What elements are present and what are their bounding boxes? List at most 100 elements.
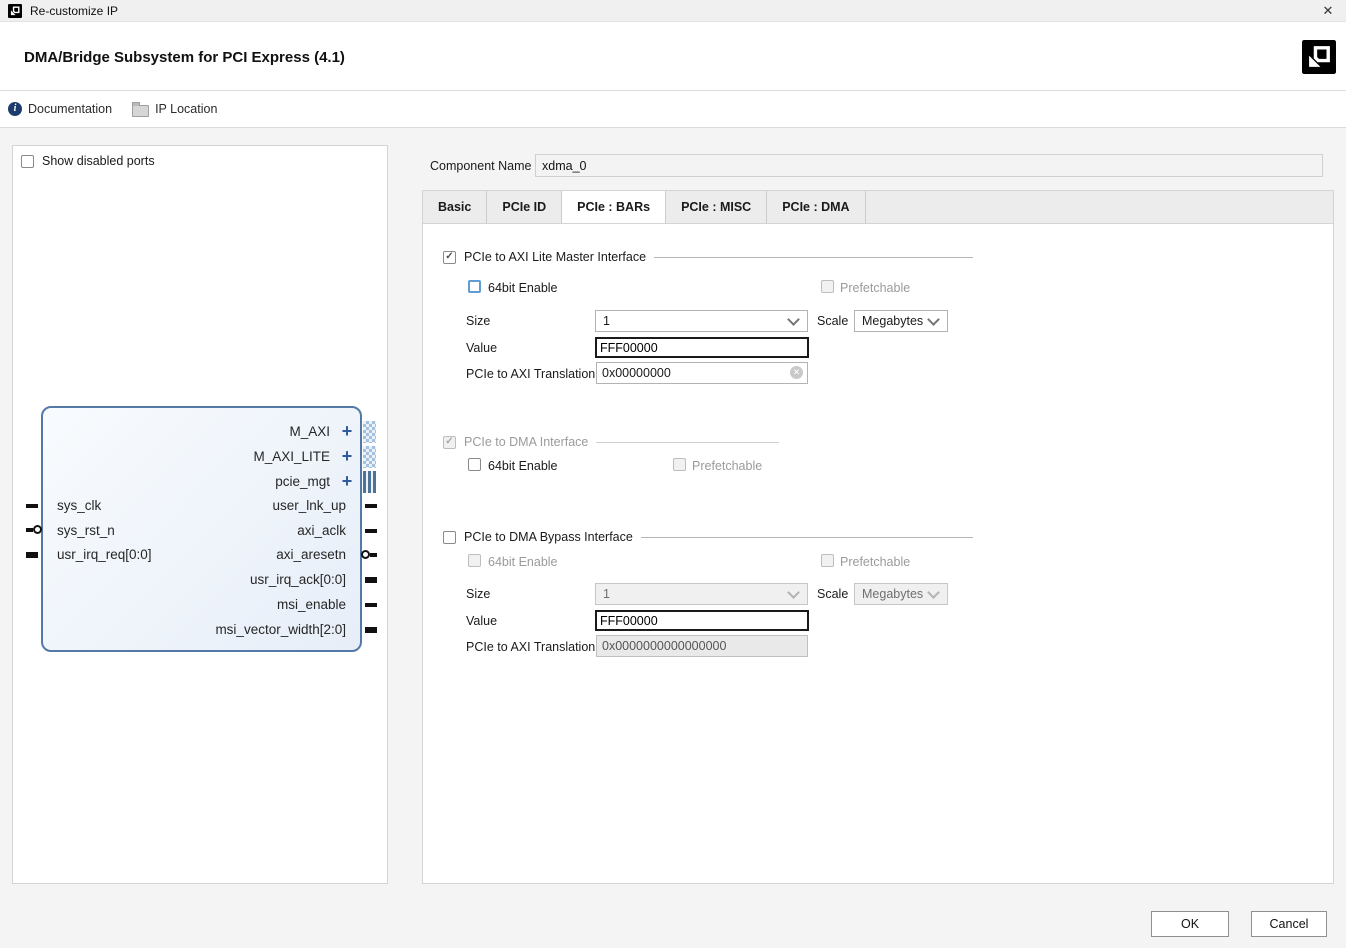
size-select[interactable]: 1 [595,310,808,332]
ok-button[interactable]: OK [1151,911,1229,937]
port-label: axi_aresetn [276,547,346,562]
active-low-ring-icon [361,550,370,559]
port-label: user_lnk_up [272,498,346,513]
port-stub [26,504,38,508]
translation-label: PCIe to AXI Translation [466,367,596,381]
size-label: Size [466,587,491,601]
section-divider [640,536,973,538]
show-disabled-ports-checkbox[interactable] [21,154,34,168]
section-dma-header: ✓ PCIe to DMA Interface [443,434,779,450]
size-value: 1 [603,314,610,328]
axi-lite-prefetchable-checkbox [821,280,834,293]
chevron-down-icon [927,312,940,326]
block-design-panel: Show disabled ports M_AXI + M_AXI_LITE +… [12,145,388,884]
translation-input [596,635,808,657]
interface-label: M_AXI_LITE [253,449,330,464]
ip-location-button[interactable]: IP Location [132,101,217,117]
interface-pins-icon [363,421,376,443]
active-low-ring-icon [33,525,42,534]
interface-pins-icon [363,471,376,493]
cancel-button[interactable]: Cancel [1251,911,1327,937]
bypass-prefetchable-checkbox [821,554,834,567]
scale-select[interactable]: Megabytes [854,310,948,332]
axi-lite-64bit-checkbox[interactable] [468,280,481,293]
close-icon[interactable]: ✕ [1319,0,1337,22]
component-name-input[interactable] [535,154,1323,177]
chevron-down-icon [787,312,800,326]
amd-xilinx-logo-icon [8,4,22,18]
translation-label: PCIe to AXI Translation [466,640,596,654]
port-label: usr_irq_req[0:0] [57,547,152,562]
page-title: DMA/Bridge Subsystem for PCI Express (4.… [24,49,345,66]
scale-label: Scale [817,587,849,601]
size-select: 1 [595,583,808,605]
section-title: PCIe to DMA Interface [464,435,589,449]
tab-pcie-bars[interactable]: PCIe : BARs [562,191,667,223]
tab-pcie-dma[interactable]: PCIe : DMA [767,191,866,223]
ip-block-diagram: M_AXI + M_AXI_LITE + pcie_mgt + user_lnk… [26,406,377,652]
port-label: msi_vector_width[2:0] [215,622,346,637]
port-stub [365,603,377,607]
documentation-button[interactable]: i Documentation [8,102,112,116]
interface-label: M_AXI [289,424,330,439]
section-axi-lite-header: ✓ PCIe to AXI Lite Master Interface [443,249,973,265]
tab-pcie-misc[interactable]: PCIe : MISC [666,191,768,223]
dma-prefetchable-label: Prefetchable [692,459,763,473]
port-label: axi_aclk [297,523,346,538]
dma-prefetchable-checkbox [673,458,686,471]
documentation-label: Documentation [28,102,113,116]
scale-label: Scale [817,314,849,328]
size-value: 1 [603,587,610,601]
port-bus-stub [26,552,38,558]
expand-plus-icon[interactable]: + [337,445,357,469]
toolbar: i Documentation IP Location [0,91,1346,128]
component-name-label: Component Name [430,159,532,173]
recustomize-ip-dialog: Re-customize IP ✕ DMA/Bridge Subsystem f… [0,0,1346,948]
port-label: usr_irq_ack[0:0] [249,572,346,587]
dma-64bit-label: 64bit Enable [488,459,558,473]
value-input[interactable] [595,337,809,358]
axi-lite-64bit-label: 64bit Enable [488,281,558,295]
bypass-64bit-checkbox [468,554,481,567]
value-label: Value [466,614,498,628]
show-disabled-ports-label: Show disabled ports [42,154,155,168]
scale-value: Megabytes [862,314,924,328]
value-input[interactable] [595,610,809,631]
bypass-64bit-label: 64bit Enable [488,555,558,569]
tab-pcie-id[interactable]: PCIe ID [487,191,563,223]
window-title: Re-customize IP [30,4,119,18]
section-dma-bypass-header: PCIe to DMA Bypass Interface [443,529,973,545]
axi-lite-enable-checkbox[interactable]: ✓ [443,250,456,264]
port-stub [365,504,377,508]
chevron-down-icon [927,585,940,599]
port-label: msi_enable [276,597,346,612]
port-stub [365,529,377,533]
show-disabled-ports-row: Show disabled ports [21,154,155,168]
dialog-header: DMA/Bridge Subsystem for PCI Express (4.… [0,22,1346,91]
bypass-prefetchable-label: Prefetchable [840,555,911,569]
port-stub [26,528,33,532]
axi-lite-prefetchable-label: Prefetchable [840,281,911,295]
dma-bypass-enable-checkbox[interactable] [443,530,456,544]
clear-icon[interactable]: ✕ [790,366,803,379]
port-label: sys_rst_n [57,523,115,538]
titlebar: Re-customize IP ✕ [0,0,1346,22]
dma-64bit-checkbox[interactable] [468,458,481,471]
section-divider [596,441,779,443]
expand-plus-icon[interactable]: + [337,420,357,444]
info-icon: i [8,102,22,116]
interface-pins-icon [363,446,376,468]
config-panel: Basic PCIe ID PCIe : BARs PCIe : MISC PC… [422,190,1334,884]
tab-basic[interactable]: Basic [423,191,488,223]
check-icon: ✓ [445,436,454,447]
tab-bar: Basic PCIe ID PCIe : BARs PCIe : MISC PC… [423,191,1333,224]
expand-plus-icon[interactable]: + [337,470,357,494]
section-title: PCIe to AXI Lite Master Interface [464,250,647,264]
port-bus-stub [365,627,377,633]
section-divider [654,256,973,258]
amd-xilinx-logo-icon [1302,40,1336,74]
translation-input[interactable] [596,362,808,384]
section-title: PCIe to DMA Bypass Interface [464,530,633,544]
scale-value: Megabytes [862,587,924,601]
chevron-down-icon [787,585,800,599]
